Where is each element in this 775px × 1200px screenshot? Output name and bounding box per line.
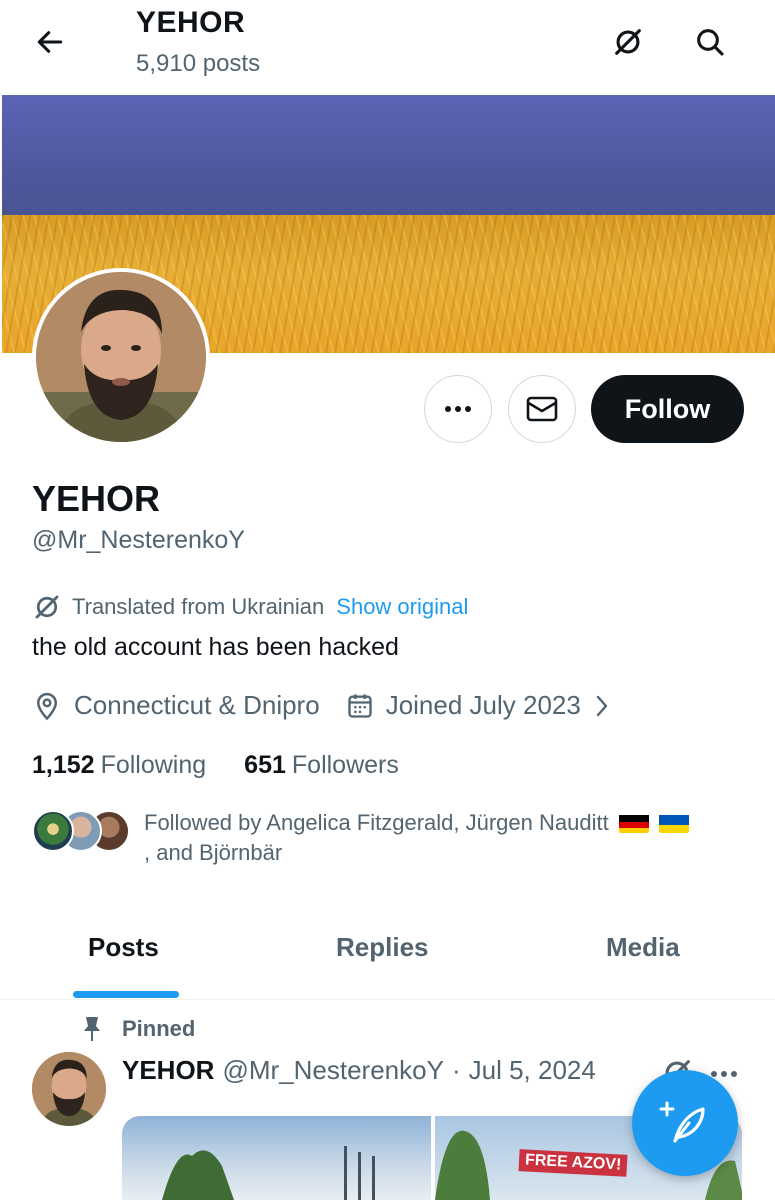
more-horizontal-icon bbox=[445, 406, 471, 412]
back-button[interactable] bbox=[28, 20, 72, 64]
profile-avatar[interactable] bbox=[32, 268, 210, 446]
post-author-handle[interactable]: @Mr_NesterenkoY bbox=[222, 1055, 443, 1086]
envelope-icon bbox=[526, 396, 558, 422]
media-scene bbox=[162, 1146, 375, 1200]
profile-handle: @Mr_NesterenkoY bbox=[32, 526, 245, 554]
following-label: Following bbox=[100, 751, 207, 779]
followed-by-line2: , and Björnbär bbox=[144, 840, 283, 865]
post-date[interactable]: Jul 5, 2024 bbox=[469, 1055, 596, 1086]
banner-sky bbox=[2, 95, 775, 219]
header-posts-count: 5,910 posts bbox=[136, 50, 261, 77]
profile-tabs: Posts Replies Media bbox=[0, 910, 775, 1000]
compose-feather-icon bbox=[659, 1101, 705, 1143]
active-tab-indicator bbox=[73, 991, 179, 998]
profile-bio: the old account has been hacked bbox=[32, 633, 399, 661]
germany-flag-icon bbox=[618, 813, 649, 833]
search-icon bbox=[697, 29, 724, 56]
followed-by-text: Followed by Angelica Fitzgerald, Jürgen … bbox=[144, 808, 744, 868]
more-options-button[interactable] bbox=[424, 375, 492, 443]
post-separator: · bbox=[451, 1055, 461, 1085]
ukraine-flag-icon bbox=[658, 813, 689, 833]
tab-media[interactable]: Media bbox=[606, 932, 680, 963]
tab-replies[interactable]: Replies bbox=[336, 932, 429, 963]
bio-translation-row: Translated from Ukrainian Show original bbox=[32, 592, 468, 622]
translated-from-label: Translated from Ukrainian bbox=[72, 594, 325, 619]
translate-icon bbox=[35, 595, 59, 619]
followers-count: 651 bbox=[244, 751, 286, 779]
pinned-label: Pinned bbox=[122, 1016, 196, 1041]
top-bar: YEHOR 5,910 posts bbox=[0, 0, 775, 95]
show-original-link[interactable]: Show original bbox=[336, 594, 468, 620]
follow-counts: 1,152 Following 651 Followers bbox=[32, 751, 399, 780]
followed-by-line1: Followed by Angelica Fitzgerald, Jürgen … bbox=[144, 810, 609, 835]
post-header: YEHOR @Mr_NesterenkoY · Jul 5, 2024 bbox=[122, 1055, 596, 1086]
following-link[interactable]: 1,152 Following bbox=[32, 751, 206, 780]
calendar-icon bbox=[348, 693, 372, 718]
translate-icon bbox=[615, 29, 641, 55]
message-button[interactable] bbox=[508, 375, 576, 443]
post-author-avatar[interactable] bbox=[32, 1052, 106, 1126]
following-count: 1,152 bbox=[32, 751, 95, 779]
profile-name: YEHOR bbox=[32, 478, 161, 519]
followed-by-avatars bbox=[32, 808, 132, 854]
location-item: Connecticut & Dnipro bbox=[32, 690, 320, 721]
arrow-left-icon bbox=[37, 31, 63, 53]
pin-icon bbox=[84, 1017, 100, 1041]
post-author-name[interactable]: YEHOR bbox=[122, 1055, 214, 1086]
follow-button[interactable]: Follow bbox=[591, 375, 744, 443]
followers-link[interactable]: 651 Followers bbox=[244, 751, 399, 780]
search-button[interactable] bbox=[688, 20, 732, 64]
avatar-portrait bbox=[36, 272, 206, 442]
avatar-portrait bbox=[32, 1052, 106, 1126]
followed-by-row[interactable]: Followed by Angelica Fitzgerald, Jürgen … bbox=[32, 808, 744, 868]
location-pin-icon bbox=[36, 692, 58, 720]
location-text: Connecticut & Dnipro bbox=[74, 690, 320, 720]
pinned-indicator: Pinned bbox=[80, 1015, 195, 1043]
joined-item[interactable]: Joined July 2023 bbox=[346, 690, 611, 721]
chevron-right-icon bbox=[596, 695, 608, 716]
header-title: YEHOR bbox=[136, 6, 246, 39]
profile-meta: Connecticut & Dnipro Joined July 2023 bbox=[32, 690, 611, 721]
translate-button[interactable] bbox=[606, 20, 650, 64]
joined-text: Joined July 2023 bbox=[385, 690, 581, 720]
tab-posts[interactable]: Posts bbox=[88, 932, 159, 963]
followers-label: Followers bbox=[291, 751, 399, 779]
compose-post-button[interactable] bbox=[632, 1070, 738, 1176]
avatar bbox=[32, 810, 74, 852]
post-media-image[interactable] bbox=[122, 1116, 431, 1200]
